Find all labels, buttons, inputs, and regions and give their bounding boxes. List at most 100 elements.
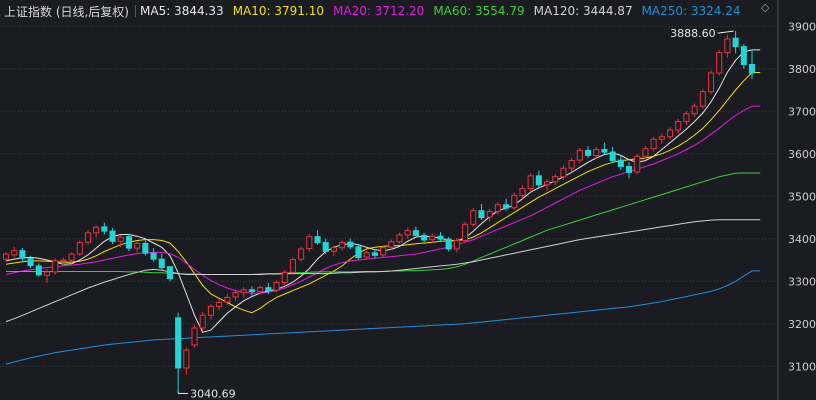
candle-up	[281, 271, 288, 284]
candle-down	[158, 258, 165, 269]
candle-up	[289, 259, 296, 273]
y-tick-label: 3700	[788, 105, 816, 118]
candle-up	[76, 242, 83, 255]
candle-down	[585, 149, 592, 156]
candle-up	[552, 176, 559, 183]
candle-up	[363, 252, 370, 258]
candle-up	[60, 259, 67, 262]
ma5-line	[5, 49, 761, 333]
candle-up	[724, 38, 731, 54]
chart-header: 上证指数 (日线,后复权) MA5: 3844.33 MA10: 3791.10…	[0, 0, 760, 22]
candlestick-plot[interactable]: 3100 3200 3300 3400 3500 3600 3700 3800 3900 3888…	[0, 0, 816, 400]
candle-up	[716, 52, 723, 74]
candle-down	[503, 204, 510, 209]
candle-up	[68, 253, 75, 261]
candle-up	[240, 289, 247, 294]
candle-up	[117, 236, 124, 242]
candle-up	[43, 271, 51, 276]
candle-down	[609, 151, 616, 162]
candle-down	[625, 166, 633, 173]
y-tick-label: 3900	[788, 20, 816, 33]
candle-up	[486, 211, 493, 218]
ma10-line	[5, 72, 761, 314]
candle-up	[2, 253, 10, 260]
ma250-line	[5, 270, 761, 365]
candle-up	[191, 327, 198, 346]
candle-up	[511, 194, 518, 209]
candle-down	[150, 252, 157, 260]
candle-up	[462, 223, 469, 241]
y-tick-label: 3500	[788, 190, 816, 203]
candle-down	[265, 287, 272, 292]
candle-up	[380, 247, 387, 256]
candle-up	[84, 232, 92, 243]
candle-down	[142, 242, 149, 254]
ma60-line	[6, 172, 761, 275]
candle-up	[683, 113, 690, 122]
chart-title: 上证指数 (日线,后复权)	[4, 4, 129, 19]
diamond-settings-icon[interactable]	[760, 1, 774, 16]
y-tick-label: 3400	[788, 233, 816, 246]
candle-up	[560, 167, 567, 178]
candle-up	[404, 230, 411, 236]
candle-down	[347, 241, 354, 248]
candle-up	[576, 149, 583, 161]
candle-down	[437, 235, 444, 240]
candle-down	[748, 64, 756, 74]
y-tick-label: 3200	[788, 318, 816, 331]
ma5-legend: MA5: 3844.33	[140, 4, 224, 18]
candle-up	[650, 138, 657, 150]
candle-up	[470, 210, 477, 225]
candle-down	[166, 266, 173, 280]
candle-down	[445, 238, 452, 250]
candle-up	[306, 236, 313, 250]
candle-up	[224, 296, 231, 303]
candle-up	[52, 260, 59, 273]
candle-up	[691, 105, 698, 115]
candle-up	[494, 204, 501, 213]
header-divider	[135, 5, 136, 17]
y-tick-label: 3300	[788, 275, 816, 288]
candle-down	[421, 234, 428, 241]
candle-down	[27, 258, 34, 267]
candle-up	[519, 188, 526, 196]
candle-up	[568, 160, 575, 169]
low-price-label: 3040.69	[190, 387, 236, 400]
candle-up	[707, 72, 715, 93]
candle-down	[175, 317, 182, 369]
candle-up	[232, 292, 239, 298]
candle-up	[330, 247, 337, 252]
candle-up	[388, 241, 395, 248]
candle-up	[666, 129, 674, 138]
candle-up	[527, 175, 534, 190]
candle-down	[248, 289, 255, 292]
candle-up	[134, 242, 141, 249]
candle-down	[322, 242, 329, 252]
candle-up	[593, 149, 600, 156]
candle-up	[675, 120, 682, 131]
candle-down	[355, 246, 362, 258]
candle-up	[93, 226, 100, 234]
candle-up	[339, 242, 346, 249]
candle-down	[740, 46, 747, 66]
candle-up	[658, 136, 665, 140]
candle-up	[11, 250, 18, 256]
candle-up	[199, 314, 206, 329]
candle-down	[412, 230, 419, 236]
y-tick-label: 3600	[788, 148, 816, 161]
candle-down	[109, 230, 116, 242]
ma120-legend: MA120: 3444.87	[533, 4, 633, 18]
candle-down	[19, 250, 26, 259]
candle-down	[478, 210, 485, 218]
ma20-legend: MA20: 3712.20	[333, 4, 425, 18]
candle-up	[298, 248, 305, 260]
candle-up	[699, 91, 706, 107]
candle-up	[544, 181, 551, 186]
candle-down	[101, 226, 108, 232]
candle-down	[371, 252, 378, 256]
ma10-legend: MA10: 3791.10	[232, 4, 324, 18]
candle-up	[257, 287, 264, 292]
candle-up	[453, 239, 460, 250]
y-tick-label: 3800	[788, 63, 816, 76]
chart-panel: 3100 3200 3300 3400 3500 3600 3700 3800 3900 3888…	[0, 0, 816, 400]
